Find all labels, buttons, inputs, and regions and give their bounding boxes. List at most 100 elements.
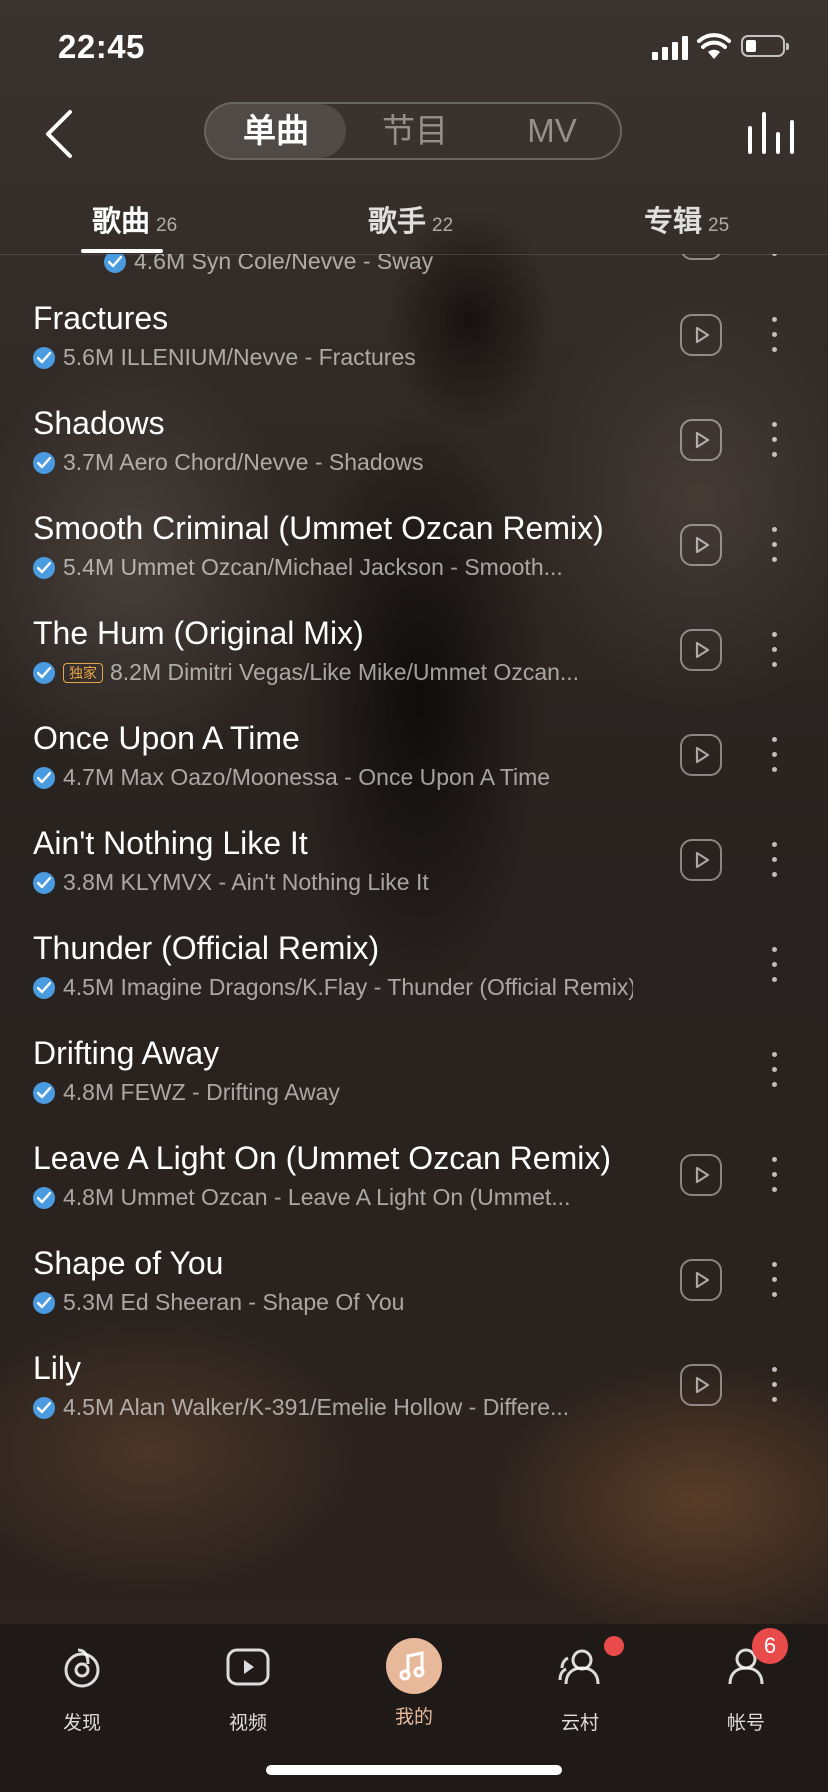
- mv-play-icon[interactable]: [680, 1259, 722, 1301]
- wifi-icon: [697, 33, 731, 59]
- more-options-icon[interactable]: [770, 525, 778, 565]
- song-row[interactable]: Shape of You 5.3M Ed Sheeran - Shape Of Y…: [0, 1245, 828, 1365]
- mv-play-icon[interactable]: [680, 839, 722, 881]
- tab-albums[interactable]: 专辑 25: [644, 198, 729, 240]
- tab-albums-label: 专辑: [644, 206, 703, 238]
- more-options-icon[interactable]: [770, 630, 778, 670]
- music-note-icon: [386, 1638, 442, 1694]
- segment-singles[interactable]: 单曲: [206, 104, 346, 158]
- more-options-icon[interactable]: [770, 840, 778, 880]
- song-list[interactable]: 4.6M Syn Cole/Nevve - Sway Fractures 5.6M …: [0, 254, 828, 1624]
- song-subtitle: 4.5M Imagine Dragons/K.Flay - Thunder (O…: [63, 974, 633, 1000]
- song-subtitle: 4.8M FEWZ - Drifting Away: [63, 1079, 340, 1105]
- more-options-icon[interactable]: [770, 1365, 778, 1405]
- mv-play-icon[interactable]: [680, 734, 722, 776]
- more-options-icon[interactable]: [770, 1050, 778, 1090]
- tab-artists-label: 歌手: [368, 206, 427, 238]
- song-title: The Hum (Original Mix): [33, 615, 364, 651]
- song-title: Smooth Criminal (Ummet Ozcan Remix): [33, 510, 604, 546]
- exclusive-tag: 独家: [63, 662, 103, 683]
- downloaded-check-icon: [33, 766, 55, 789]
- song-title: Shadows: [33, 405, 165, 441]
- song-subtitle: 4.6M Syn Cole/Nevve - Sway: [134, 254, 434, 274]
- status-bar: 22:45: [0, 0, 828, 90]
- song-title: Ain't Nothing Like It: [33, 825, 308, 861]
- mv-play-icon[interactable]: [680, 419, 722, 461]
- tab-artists-count: 22: [432, 215, 454, 236]
- song-meta: 4.8M FEWZ - Drifting Away: [33, 1079, 340, 1106]
- segment-programs[interactable]: 节目: [346, 104, 484, 158]
- status-time: 22:45: [58, 28, 145, 65]
- more-options-icon[interactable]: [770, 315, 778, 355]
- mv-play-icon[interactable]: [680, 1364, 722, 1406]
- tab-artists[interactable]: 歌手 22: [368, 198, 453, 240]
- mv-play-icon[interactable]: [680, 524, 722, 566]
- mv-play-icon[interactable]: [680, 314, 722, 356]
- tab-mine[interactable]: 我的: [354, 1638, 474, 1729]
- song-row[interactable]: Smooth Criminal (Ummet Ozcan Remix) 5.4M …: [0, 510, 828, 630]
- song-title: Fractures: [33, 300, 169, 336]
- song-row[interactable]: Leave A Light On (Ummet Ozcan Remix) 4.8M…: [0, 1140, 828, 1260]
- mv-play-icon[interactable]: [680, 1154, 722, 1196]
- signal-icon: [652, 36, 688, 60]
- song-title: Thunder (Official Remix): [33, 930, 380, 966]
- song-subtitle: 5.4M Ummet Ozcan/Michael Jackson - Smoot…: [63, 554, 563, 580]
- battery-icon: [741, 35, 789, 57]
- downloaded-check-icon: [104, 254, 126, 273]
- tab-community[interactable]: 云村: [520, 1638, 640, 1735]
- friends-icon: [558, 1649, 600, 1685]
- song-row[interactable]: Fractures 5.6M ILLENIUM/Nevve - Fractures: [0, 300, 828, 420]
- song-subtitle: 3.8M KLYMVX - Ain't Nothing Like It: [63, 869, 429, 895]
- tab-songs-label: 歌曲: [92, 206, 151, 238]
- tab-account-label: 帐号: [726, 1713, 765, 1734]
- tab-albums-count: 25: [708, 215, 730, 236]
- song-title: Once Upon A Time: [33, 720, 300, 756]
- song-row[interactable]: Ain't Nothing Like It 3.8M KLYMVX - Ain't…: [0, 825, 828, 945]
- tab-songs[interactable]: 歌曲 26: [92, 198, 177, 240]
- downloaded-check-icon: [33, 1186, 55, 1209]
- song-subtitle: 4.8M Ummet Ozcan - Leave A Light On (Umm…: [63, 1184, 571, 1210]
- song-row[interactable]: Thunder (Official Remix) 4.5M Imagine Dra…: [0, 930, 828, 1050]
- tab-video[interactable]: 视频: [188, 1638, 308, 1735]
- song-meta: 独家 8.2M Dimitri Vegas/Like Mike/Ummet Ozc…: [33, 659, 579, 686]
- song-subtitle: 4.7M Max Oazo/Moonessa - Once Upon A Tim…: [63, 764, 551, 790]
- song-row[interactable]: Lily 4.5M Alan Walker/K-391/Emelie Hollow…: [0, 1350, 828, 1470]
- more-options-icon[interactable]: [770, 1155, 778, 1195]
- downloaded-check-icon: [33, 556, 55, 579]
- mv-play-icon[interactable]: [680, 254, 722, 260]
- more-options-icon[interactable]: [770, 1260, 778, 1300]
- song-meta: 3.8M KLYMVX - Ain't Nothing Like It: [33, 869, 429, 896]
- song-meta: 3.7M Aero Chord/Nevve - Shadows: [33, 449, 424, 476]
- song-subtitle: 3.7M Aero Chord/Nevve - Shadows: [63, 449, 424, 475]
- song-meta: 4.7M Max Oazo/Moonessa - Once Upon A Tim…: [33, 764, 550, 791]
- downloaded-check-icon: [33, 1081, 55, 1104]
- song-meta: 5.4M Ummet Ozcan/Michael Jackson - Smoot…: [33, 554, 563, 581]
- account-badge: 6: [752, 1628, 788, 1664]
- tab-discover[interactable]: 发现: [22, 1638, 142, 1735]
- segment-control: 单曲 节目 MV: [204, 102, 622, 160]
- song-row[interactable]: The Hum (Original Mix) 独家 8.2M Dimitri Veg…: [0, 615, 828, 735]
- tab-songs-count: 26: [156, 215, 178, 236]
- more-options-icon[interactable]: [770, 254, 778, 259]
- more-options-icon[interactable]: [770, 945, 778, 985]
- active-tab-indicator: [81, 249, 163, 253]
- downloaded-check-icon: [33, 1396, 55, 1419]
- mv-play-icon[interactable]: [680, 629, 722, 671]
- song-row[interactable]: Drifting Away 4.8M FEWZ - Drifting Away: [0, 1035, 828, 1155]
- downloaded-check-icon: [33, 1291, 55, 1314]
- song-row[interactable]: Shadows 3.7M Aero Chord/Nevve - Shadows: [0, 405, 828, 525]
- downloaded-check-icon: [33, 661, 55, 684]
- song-meta: 4.6M Syn Cole/Nevve - Sway: [104, 254, 433, 275]
- tab-account[interactable]: 帐号: [686, 1638, 806, 1735]
- subtab-bar: 歌曲 26 歌手 22 专辑 25: [0, 190, 828, 255]
- song-row[interactable]: Once Upon A Time 4.7M Max Oazo/Moonessa -…: [0, 720, 828, 840]
- more-options-icon[interactable]: [770, 420, 778, 460]
- home-indicator[interactable]: [266, 1765, 562, 1775]
- song-subtitle: 5.6M ILLENIUM/Nevve - Fractures: [63, 344, 416, 370]
- back-icon[interactable]: [40, 106, 80, 162]
- more-options-icon[interactable]: [770, 735, 778, 775]
- segment-mv[interactable]: MV: [484, 104, 620, 158]
- song-subtitle: 8.2M Dimitri Vegas/Like Mike/Ummet Ozcan…: [110, 659, 580, 685]
- equalizer-icon[interactable]: [748, 112, 796, 154]
- video-icon: [226, 1648, 270, 1686]
